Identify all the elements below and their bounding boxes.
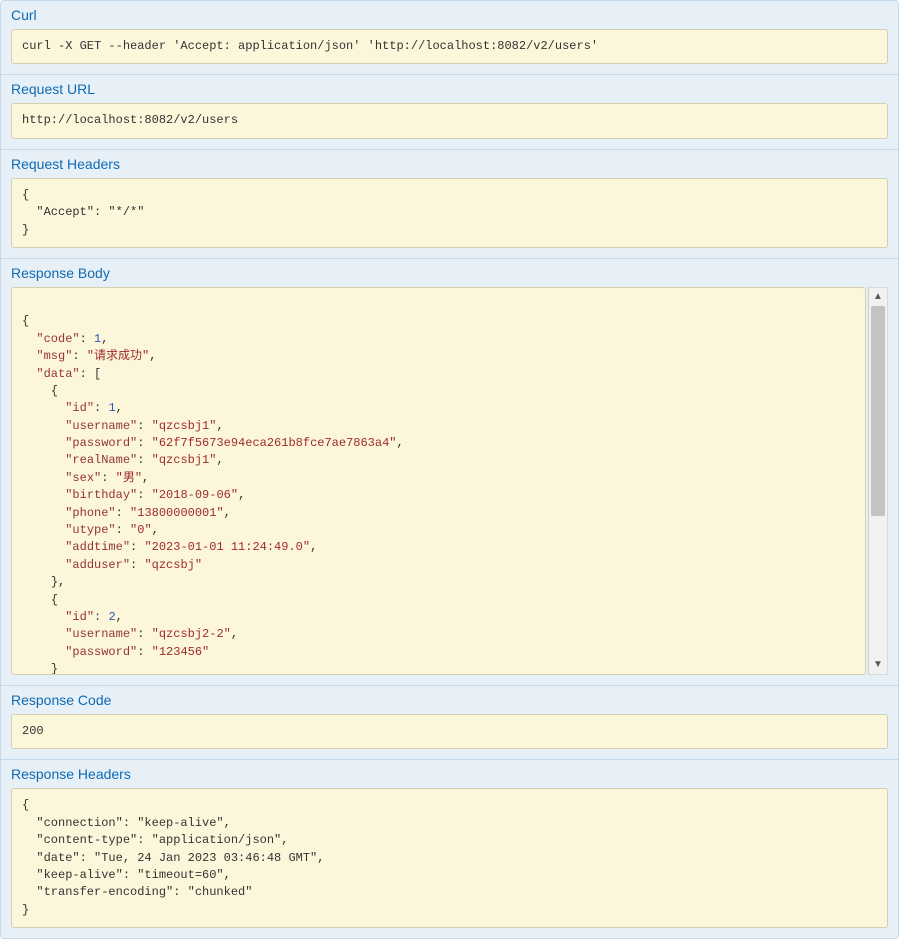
response-body-title: Response Body [11,265,888,281]
response-body-scroll-container: { "code": 1, "msg": "请求成功", "data": [ { … [11,287,888,675]
response-headers-section: Response Headers { "connection": "keep-a… [1,759,898,938]
response-code-value[interactable]: 200 [11,714,888,749]
response-headers-code[interactable]: { "connection": "keep-alive", "content-t… [11,788,888,928]
response-headers-title: Response Headers [11,766,888,782]
response-code-section: Response Code 200 [1,685,898,759]
request-headers-code[interactable]: { "Accept": "*/*" } [11,178,888,248]
response-code-title: Response Code [11,692,888,708]
scroll-arrow-down-icon[interactable]: ▼ [869,656,887,674]
response-body-scrollbar[interactable]: ▲ ▼ [868,287,888,675]
curl-title: Curl [11,7,888,23]
scroll-track[interactable] [869,306,887,656]
request-headers-section: Request Headers { "Accept": "*/*" } [1,149,898,258]
request-headers-title: Request Headers [11,156,888,172]
response-body-code[interactable]: { "code": 1, "msg": "请求成功", "data": [ { … [11,287,866,675]
scroll-arrow-up-icon[interactable]: ▲ [869,288,887,306]
curl-code[interactable]: curl -X GET --header 'Accept: applicatio… [11,29,888,64]
response-body-section: Response Body { "code": 1, "msg": "请求成功"… [1,258,898,685]
curl-section: Curl curl -X GET --header 'Accept: appli… [1,1,898,74]
request-url-title: Request URL [11,81,888,97]
scroll-thumb[interactable] [871,306,885,516]
request-url-section: Request URL http://localhost:8082/v2/use… [1,74,898,148]
api-response-panel: Curl curl -X GET --header 'Accept: appli… [0,0,899,939]
request-url-code[interactable]: http://localhost:8082/v2/users [11,103,888,138]
